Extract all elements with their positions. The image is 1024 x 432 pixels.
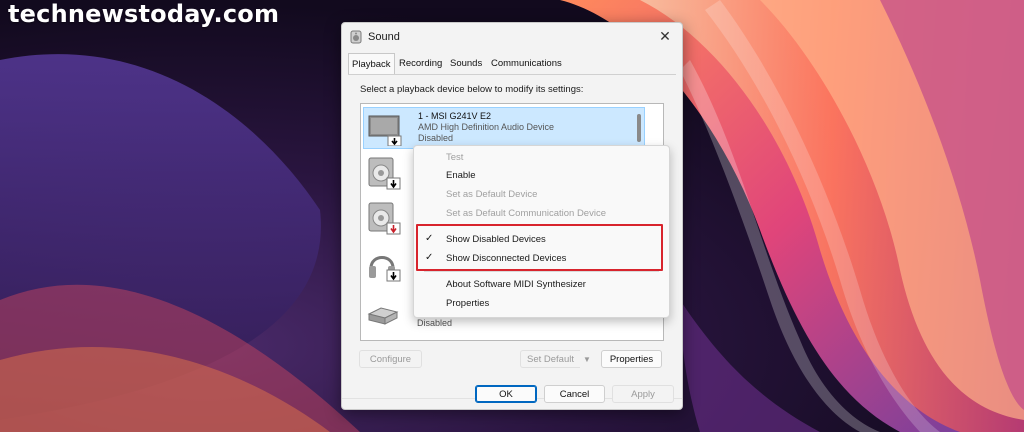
- site-watermark: technewstoday.com: [8, 0, 280, 28]
- device-name: 1 - MSI G241V E2: [418, 111, 492, 121]
- speaker-red-icon: [368, 202, 401, 235]
- digital-output-icon: [367, 307, 399, 325]
- annotation-highlight-box: [416, 224, 663, 271]
- chevron-down-icon[interactable]: ▼: [580, 351, 594, 369]
- device-description: AMD High Definition Audio Device: [418, 122, 555, 132]
- menu-item-test[interactable]: Test: [446, 152, 463, 163]
- menu-separator: [424, 271, 659, 272]
- speaker-icon: [368, 157, 401, 190]
- speaker-title-icon: [350, 30, 362, 44]
- tab-sounds[interactable]: Sounds: [447, 55, 485, 73]
- instruction-text: Select a playback device below to modify…: [360, 84, 584, 95]
- menu-item-set-default[interactable]: Set as Default Device: [446, 189, 537, 200]
- window-title: Sound: [368, 31, 400, 43]
- cancel-button[interactable]: Cancel: [544, 385, 605, 403]
- device-status: Disabled: [417, 318, 453, 328]
- tab-communications[interactable]: Communications: [488, 55, 565, 73]
- menu-item-properties[interactable]: Properties: [446, 298, 489, 309]
- properties-button[interactable]: Properties: [601, 350, 662, 368]
- scrollbar-thumb[interactable]: [637, 114, 641, 142]
- ok-button[interactable]: OK: [475, 385, 537, 403]
- menu-item-about-midi[interactable]: About Software MIDI Synthesizer: [446, 279, 586, 290]
- device-row[interactable]: 1 - MSI G241V E2 AMD High Definition Aud…: [363, 107, 645, 149]
- tab-playback[interactable]: Playback: [348, 53, 395, 75]
- tab-recording[interactable]: Recording: [396, 55, 445, 73]
- menu-item-set-default-communication[interactable]: Set as Default Communication Device: [446, 208, 606, 219]
- monitor-icon: [368, 115, 402, 146]
- apply-button[interactable]: Apply: [612, 385, 674, 403]
- tab-divider: [348, 74, 676, 75]
- title-bar[interactable]: Sound ✕: [342, 23, 682, 51]
- set-default-button[interactable]: Set Default: [520, 350, 580, 368]
- configure-button[interactable]: Configure: [359, 350, 422, 368]
- device-status: Disabled: [418, 133, 454, 143]
- close-button[interactable]: ✕: [656, 27, 674, 45]
- menu-item-enable[interactable]: Enable: [446, 170, 476, 181]
- headphones-icon: [369, 256, 401, 282]
